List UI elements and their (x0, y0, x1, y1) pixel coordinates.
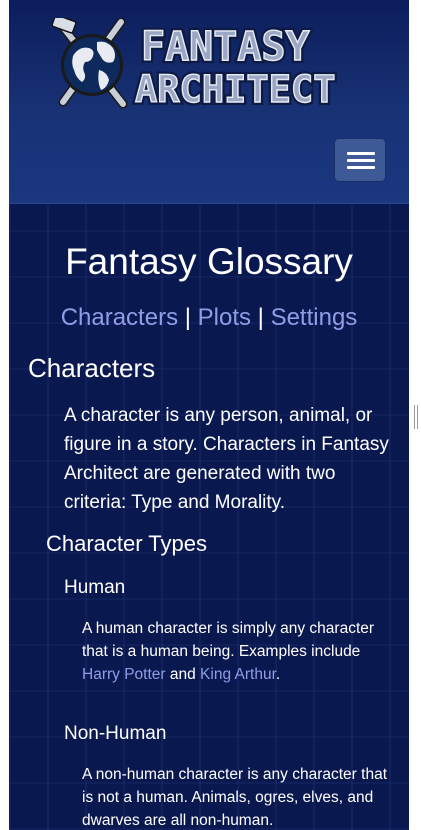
section-heading-characters: Characters (28, 353, 156, 383)
section-heading-character-types: Character Types (46, 531, 208, 556)
subheading-human: Human (64, 577, 126, 598)
nav-link-plots[interactable]: Plots (198, 304, 251, 331)
page-frame: FANTASY FANTASY ARCHITECT ARCHITECT Fant… (9, 0, 409, 830)
nav-separator: | (251, 304, 271, 331)
human-text: . (275, 666, 281, 683)
nav-link-settings[interactable]: Settings (271, 304, 358, 331)
characters-intro-text: A character is any person, animal, or fi… (64, 405, 389, 513)
scrollbar-handle[interactable] (414, 405, 418, 429)
hamburger-menu-button[interactable] (334, 138, 386, 182)
logo-text: FANTASY FANTASY ARCHITECT ARCHITECT (132, 21, 338, 110)
link-harry-potter[interactable]: Harry Potter (82, 666, 166, 683)
nav-separator: | (178, 304, 198, 331)
page-title: Fantasy Glossary (65, 241, 353, 282)
site-logo[interactable]: FANTASY FANTASY ARCHITECT ARCHITECT (51, 18, 371, 110)
svg-text:ARCHITECT: ARCHITECT (135, 68, 335, 110)
human-description: A human character is simply any characte… (82, 617, 392, 686)
human-text: A human character is simply any characte… (82, 620, 375, 660)
site-header: FANTASY FANTASY ARCHITECT ARCHITECT (9, 0, 409, 204)
link-king-arthur[interactable]: King Arthur (200, 666, 276, 683)
non-human-description: A non-human character is any character t… (82, 766, 387, 829)
subheading-non-human: Non-Human (64, 723, 167, 744)
glossary-nav: Characters | Plots | Settings (9, 304, 409, 332)
human-text: and (165, 666, 201, 683)
svg-text:FANTASY: FANTASY (141, 24, 310, 70)
nav-link-characters[interactable]: Characters (61, 304, 178, 331)
globe-icon (51, 18, 128, 109)
